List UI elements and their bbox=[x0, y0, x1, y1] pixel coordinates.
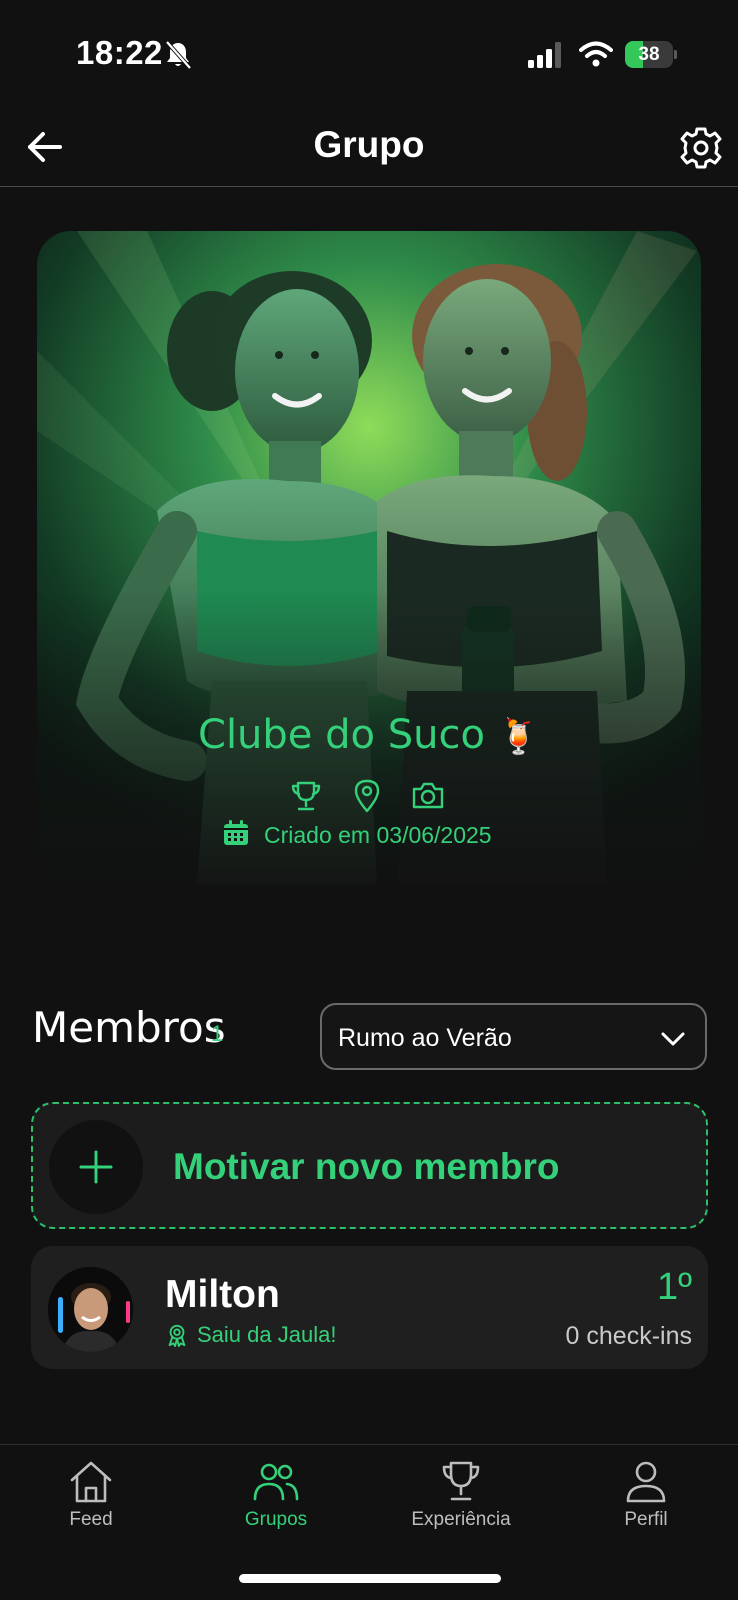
plus-icon bbox=[79, 1150, 113, 1184]
members-title: Membros bbox=[32, 1003, 226, 1052]
member-checkins: 0 check-ins bbox=[565, 1322, 692, 1350]
bell-slash-icon bbox=[164, 40, 192, 70]
home-icon bbox=[70, 1461, 112, 1503]
member-name: Milton bbox=[165, 1273, 280, 1316]
group-name-text: Clube do Suco bbox=[198, 712, 485, 758]
gear-icon bbox=[680, 127, 722, 169]
invite-member-button[interactable]: Motivar novo membro bbox=[31, 1102, 708, 1229]
member-badge-text: Saiu da Jaula! bbox=[197, 1322, 337, 1347]
group-actions bbox=[288, 778, 448, 814]
invite-member-label: Motivar novo membro bbox=[173, 1146, 560, 1187]
page-title: Grupo bbox=[313, 124, 425, 165]
trophy-icon[interactable] bbox=[288, 778, 324, 814]
tab-feed[interactable]: Feed bbox=[21, 1459, 161, 1539]
camera-icon[interactable] bbox=[410, 778, 446, 814]
calendar-icon bbox=[222, 819, 250, 852]
status-bar: 18:22 38 bbox=[0, 0, 738, 110]
tab-experiencia[interactable]: Experiência bbox=[391, 1459, 531, 1539]
battery-charging-icon: 38 bbox=[625, 41, 677, 68]
battery-level: 38 bbox=[638, 44, 660, 65]
created-date-row: Criado em 03/06/2025 bbox=[222, 818, 492, 852]
trophy-icon bbox=[442, 1461, 480, 1501]
award-ribbon-icon bbox=[168, 1324, 186, 1347]
tab-perfil[interactable]: Perfil bbox=[576, 1459, 716, 1539]
tab-grupos[interactable]: Grupos bbox=[206, 1459, 346, 1539]
member-row[interactable]: Milton Saiu da Jaula! 1º 0 check-ins bbox=[31, 1246, 708, 1369]
users-icon bbox=[253, 1463, 299, 1501]
tab-perfil-label: Perfil bbox=[624, 1509, 668, 1530]
chevron-down-icon bbox=[659, 1025, 687, 1053]
group-name: Clube do Suco 🍹 bbox=[0, 712, 738, 758]
challenge-select-value: Rumo ao Verão bbox=[338, 1024, 512, 1052]
created-date: Criado em 03/06/2025 bbox=[264, 821, 492, 848]
cellular-signal-icon bbox=[528, 42, 564, 68]
home-indicator[interactable] bbox=[239, 1574, 501, 1583]
members-count: 1 bbox=[211, 1021, 224, 1046]
wifi-icon bbox=[579, 40, 613, 68]
tropical-drink-emoji: 🍹 bbox=[497, 717, 540, 757]
tab-feed-label: Feed bbox=[69, 1509, 113, 1530]
member-badge: Saiu da Jaula! bbox=[165, 1322, 336, 1348]
add-circle bbox=[49, 1120, 143, 1214]
map-pin-icon[interactable] bbox=[349, 778, 385, 814]
user-icon bbox=[626, 1461, 666, 1503]
status-time: 18:22 bbox=[76, 34, 163, 71]
settings-button[interactable] bbox=[678, 125, 724, 171]
avatar bbox=[48, 1267, 133, 1352]
tab-grupos-label: Grupos bbox=[244, 1509, 308, 1530]
header: Grupo bbox=[0, 110, 738, 187]
challenge-select[interactable]: Rumo ao Verão bbox=[320, 1003, 707, 1070]
member-rank: 1º bbox=[656, 1266, 692, 1308]
tab-experiencia-label: Experiência bbox=[411, 1509, 511, 1530]
